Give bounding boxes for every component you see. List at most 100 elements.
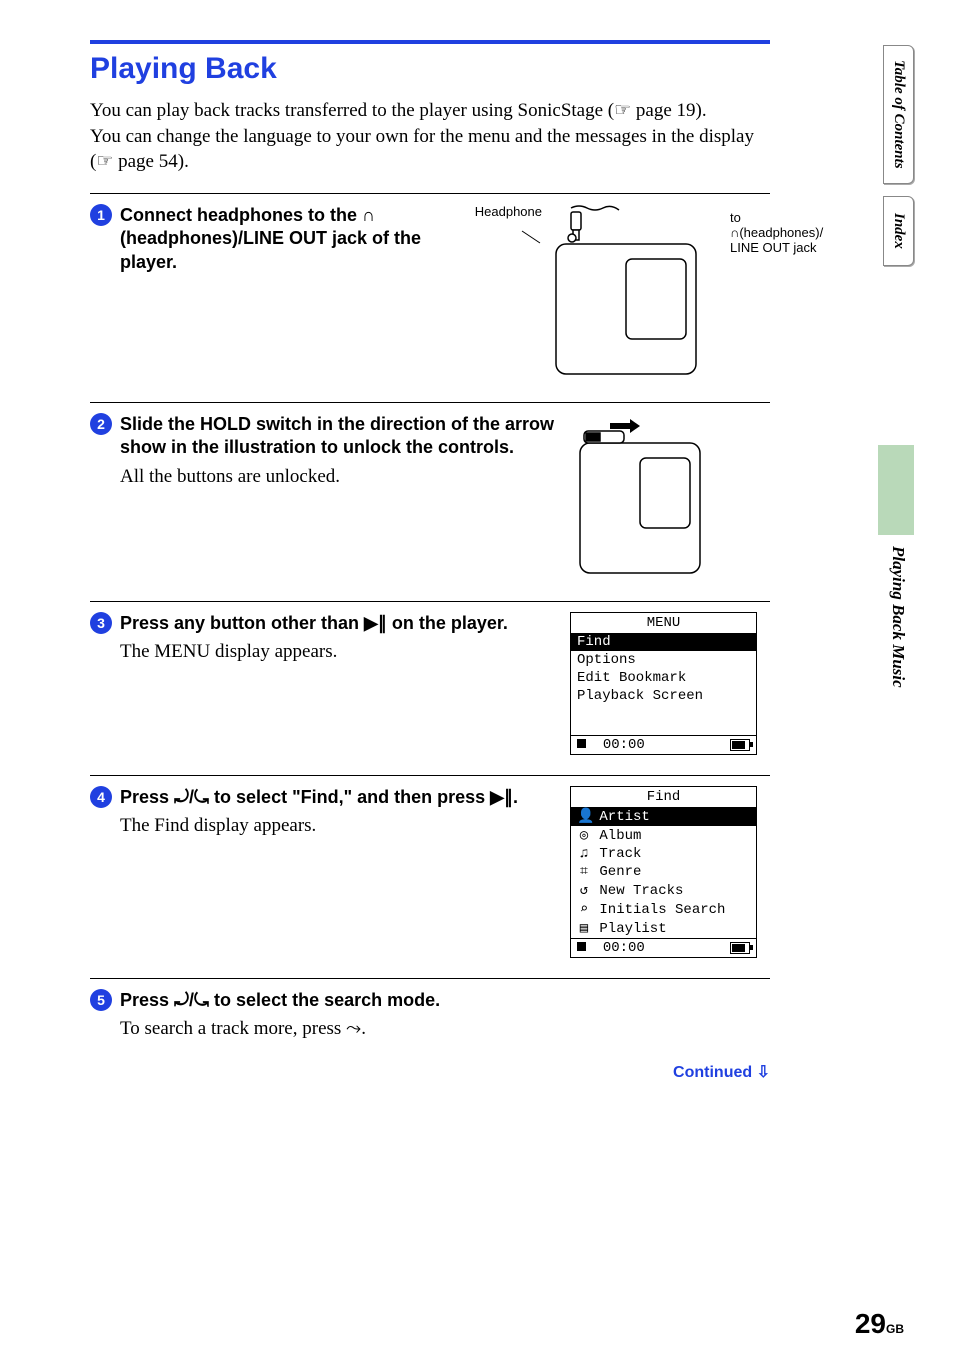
fig-to-a: to bbox=[730, 210, 741, 225]
step-4: 4 Press ⤾/⤿ to select "Find," and then p… bbox=[90, 786, 770, 958]
page-number: 29GB bbox=[855, 1308, 904, 1340]
step-desc: The MENU display appears. bbox=[120, 639, 558, 665]
step-heading: Slide the HOLD switch in the direction o… bbox=[120, 413, 558, 460]
category-icon: ↺ bbox=[577, 882, 591, 899]
step5-desc-a: To search a track more, press bbox=[120, 1018, 346, 1039]
intro-line2a: You can change the language to your own … bbox=[90, 126, 754, 173]
step-heading: Press any button other than ▶∥ on the pl… bbox=[120, 612, 558, 635]
step-number: 5 bbox=[90, 989, 112, 1011]
tab-table-of-contents[interactable]: Table of Contents bbox=[883, 45, 914, 184]
lcd-time: 00:00 bbox=[603, 940, 645, 956]
page-number-value: 29 bbox=[855, 1308, 886, 1339]
continued-text: Continued bbox=[673, 1064, 752, 1081]
lcd-item-label: Artist bbox=[591, 809, 650, 825]
lcd-item: 👤 Artist bbox=[571, 807, 756, 826]
lcd-title: MENU bbox=[571, 613, 756, 633]
step4-heading-a: Press bbox=[120, 787, 174, 807]
divider bbox=[90, 775, 770, 776]
category-icon: ▤ bbox=[577, 920, 591, 937]
divider bbox=[90, 402, 770, 403]
pointer-icon: ☞ bbox=[614, 100, 631, 121]
step-heading: Connect headphones to the ∩ (headphones)… bbox=[120, 204, 450, 274]
continued-label: Continued ⇩ bbox=[90, 1062, 770, 1082]
step-number: 3 bbox=[90, 612, 112, 634]
step-2: 2 Slide the HOLD switch in the direction… bbox=[90, 413, 770, 581]
category-icon: ♫ bbox=[577, 846, 591, 862]
lcd-item-label: Playlist bbox=[591, 921, 667, 937]
step-5: 5 Press ⤾/⤿ to select the search mode. T… bbox=[90, 989, 770, 1042]
lcd-title: Find bbox=[571, 787, 756, 807]
page-number-suffix: GB bbox=[886, 1322, 904, 1336]
step-heading: Press ⤾/⤿ to select "Find," and then pre… bbox=[120, 786, 558, 809]
lcd-item-label: Track bbox=[591, 846, 641, 862]
intro-line1-ref: page 19). bbox=[636, 100, 707, 121]
lcd-item: Options bbox=[571, 651, 756, 669]
step-number: 1 bbox=[90, 204, 112, 226]
pointer-icon: ☞ bbox=[96, 151, 113, 172]
lcd-item: Playback Screen bbox=[571, 687, 756, 705]
step3-heading-b: on the player. bbox=[387, 613, 508, 633]
lcd-item-label: Genre bbox=[591, 864, 641, 880]
lcd-item: ↺ New Tracks bbox=[571, 881, 756, 900]
header-rule bbox=[90, 40, 770, 44]
divider bbox=[90, 193, 770, 194]
category-icon: ⌗ bbox=[577, 864, 591, 880]
lcd-item: ◎ Album bbox=[571, 826, 756, 845]
step4-heading-c: . bbox=[513, 787, 518, 807]
tab-index[interactable]: Index bbox=[883, 196, 914, 266]
step5-desc-b: . bbox=[361, 1018, 366, 1039]
jog-icon: ⤾/⤿ bbox=[174, 990, 209, 1010]
step4-heading-b: to select "Find," and then press bbox=[209, 787, 490, 807]
step-3: 3 Press any button other than ▶∥ on the … bbox=[90, 612, 770, 755]
play-pause-icon: ▶∥ bbox=[364, 613, 387, 633]
lcd-item: ♫ Track bbox=[571, 845, 756, 863]
down-arrow-icon: ⇩ bbox=[757, 1064, 770, 1081]
play-pause-icon: ▶∥ bbox=[490, 787, 513, 807]
lcd-item: Find bbox=[571, 633, 756, 651]
lcd-time: 00:00 bbox=[603, 737, 645, 753]
page-title: Playing Back bbox=[90, 52, 904, 86]
lcd-item: ⌗ Genre bbox=[571, 863, 756, 881]
step3-heading-a: Press any button other than bbox=[120, 613, 364, 633]
category-icon: 👤 bbox=[577, 808, 591, 825]
arrow-line-icon bbox=[462, 219, 542, 249]
intro-line2-ref: page 54). bbox=[118, 151, 189, 172]
intro-line1a: You can play back tracks transferred to … bbox=[90, 100, 614, 121]
right-icon: ⤳ bbox=[346, 1018, 361, 1039]
step1-heading-b: (headphones)/LINE OUT jack of the player… bbox=[120, 228, 421, 271]
battery-icon bbox=[730, 739, 750, 751]
step-desc: The Find display appears. bbox=[120, 813, 558, 839]
lcd-item-label: Album bbox=[591, 828, 641, 844]
battery-icon bbox=[730, 942, 750, 954]
lcd-item-label: Initials Search bbox=[591, 902, 725, 918]
step-number: 4 bbox=[90, 786, 112, 808]
fig-headphone-label: Headphone bbox=[475, 204, 542, 219]
lcd-item: ▤ Playlist bbox=[571, 919, 756, 938]
section-accent bbox=[878, 445, 914, 535]
step-desc: All the buttons are unlocked. bbox=[120, 464, 558, 490]
lcd-menu-screen: MENU Find Options Edit Bookmark Playback… bbox=[570, 612, 757, 755]
step-heading: Press ⤾/⤿ to select the search mode. bbox=[120, 989, 758, 1012]
intro-text: You can play back tracks transferred to … bbox=[90, 98, 770, 175]
device-illustration bbox=[546, 204, 726, 379]
category-icon: ◎ bbox=[577, 827, 591, 844]
step-1: 1 Connect headphones to the ∩ (headphone… bbox=[90, 204, 770, 382]
section-side-label: Playing Back Music bbox=[882, 540, 914, 694]
category-icon: ⌕ bbox=[577, 901, 591, 918]
stop-icon bbox=[577, 739, 586, 748]
step-number: 2 bbox=[90, 413, 112, 435]
lcd-status-bar: 00:00 bbox=[571, 938, 756, 957]
fig-to-b: (headphones)/ bbox=[739, 225, 823, 240]
lcd-item-label: New Tracks bbox=[591, 883, 683, 899]
lcd-item: ⌕ Initials Search bbox=[571, 900, 756, 919]
step5-heading-a: Press bbox=[120, 990, 174, 1010]
jog-icon: ⤾/⤿ bbox=[174, 787, 209, 807]
divider bbox=[90, 978, 770, 979]
step-desc: To search a track more, press ⤳. bbox=[120, 1016, 758, 1042]
step1-heading-a: Connect headphones to the bbox=[120, 205, 362, 225]
device-illustration bbox=[570, 413, 720, 578]
stop-icon bbox=[577, 942, 586, 951]
lcd-status-bar: 00:00 bbox=[571, 735, 756, 754]
divider bbox=[90, 601, 770, 602]
fig-to-c: LINE OUT jack bbox=[730, 240, 816, 255]
